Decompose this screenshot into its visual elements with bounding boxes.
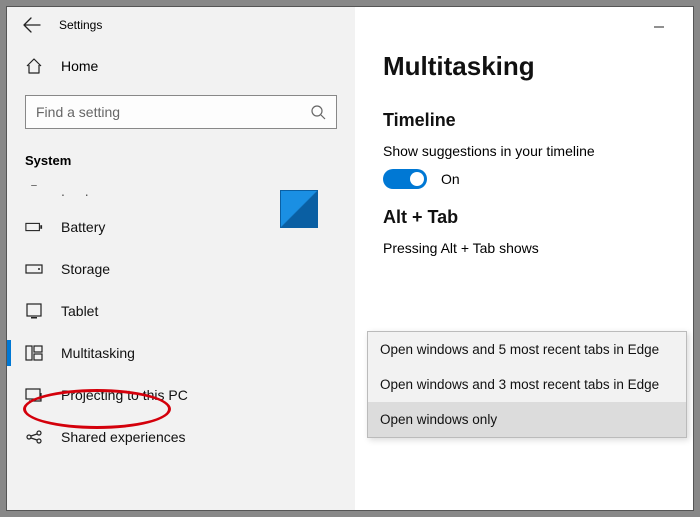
home-nav-item[interactable]: Home xyxy=(7,43,355,85)
settings-window: Settings Home Find a setting System ‾ . … xyxy=(6,6,694,511)
sidebar-item-label: Shared experiences xyxy=(61,429,186,445)
section-header-system: System xyxy=(7,141,355,172)
shared-icon xyxy=(25,428,43,446)
window-title: Settings xyxy=(59,18,102,32)
sidebar-item-label: Multitasking xyxy=(61,345,135,361)
dash-icon: ‾ xyxy=(25,182,43,200)
page-title: Multitasking xyxy=(383,51,693,82)
home-icon xyxy=(25,57,43,75)
storage-icon xyxy=(25,260,43,278)
titlebar: Settings xyxy=(7,7,355,43)
sidebar-item-tablet[interactable]: Tablet xyxy=(7,290,355,332)
timeline-toggle[interactable] xyxy=(383,169,427,189)
search-icon xyxy=(310,104,326,120)
alttab-dropdown[interactable]: Open windows and 5 most recent tabs in E… xyxy=(367,331,687,438)
sidebar-item-label: Storage xyxy=(61,261,110,277)
search-placeholder: Find a setting xyxy=(36,104,120,120)
sidebar-item-label: Tablet xyxy=(61,303,98,319)
minimize-button[interactable] xyxy=(639,15,679,39)
project-icon xyxy=(25,386,43,404)
multitask-icon xyxy=(25,344,43,362)
dropdown-option[interactable]: Open windows and 3 most recent tabs in E… xyxy=(368,367,686,402)
back-icon[interactable] xyxy=(23,16,41,34)
alttab-heading: Alt + Tab xyxy=(383,207,693,228)
sidebar: Settings Home Find a setting System ‾ . … xyxy=(7,7,355,510)
main-panel: Multitasking Timeline Show suggestions i… xyxy=(355,7,693,510)
accent-logo-icon xyxy=(281,191,317,227)
search-input[interactable]: Find a setting xyxy=(25,95,337,129)
toggle-knob xyxy=(410,172,424,186)
sidebar-item-multitasking[interactable]: Multitasking xyxy=(7,332,355,374)
toggle-state-text: On xyxy=(441,171,460,187)
sidebar-item-label: Projecting to this PC xyxy=(61,387,188,403)
battery-icon xyxy=(25,218,43,236)
timeline-heading: Timeline xyxy=(383,110,693,131)
sidebar-item-shared[interactable]: Shared experiences xyxy=(7,416,355,458)
dropdown-option[interactable]: Open windows and 5 most recent tabs in E… xyxy=(368,332,686,367)
home-label: Home xyxy=(61,58,98,74)
alttab-label: Pressing Alt + Tab shows xyxy=(383,240,693,256)
sidebar-item-projecting[interactable]: Projecting to this PC xyxy=(7,374,355,416)
sidebar-item-label: Battery xyxy=(61,219,105,235)
timeline-toggle-row: On xyxy=(383,169,693,189)
dropdown-option-selected[interactable]: Open windows only xyxy=(368,402,686,437)
timeline-suggestions-label: Show suggestions in your timeline xyxy=(383,143,693,159)
sidebar-item-storage[interactable]: Storage xyxy=(7,248,355,290)
tablet-icon xyxy=(25,302,43,320)
